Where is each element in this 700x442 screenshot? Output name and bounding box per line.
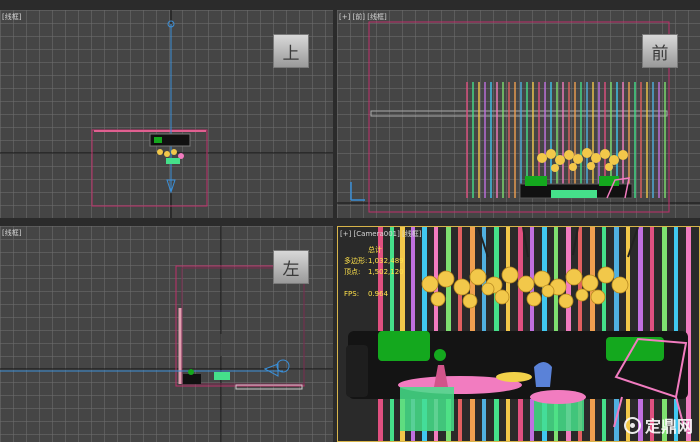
max-workspace: [线框] 上 [+] [前] [线框] 前 [线框] 左 [+] [Camera… [0, 0, 700, 442]
table-top [166, 158, 180, 164]
viewport-left[interactable]: [线框] 左 [0, 226, 333, 442]
stats-verts-label: 顶点: [344, 268, 361, 276]
axis-gizmo [350, 182, 365, 201]
inner-outline [181, 267, 305, 385]
viewport-front[interactable]: [+] [前] [线框] 前 [337, 10, 700, 218]
stats-polys-label: 多边形: [344, 257, 368, 265]
stats-total-label: 总计 [368, 246, 382, 254]
stripe-wall [466, 82, 666, 198]
watermark-text: 定鼎网 [644, 417, 693, 436]
watermark-logo-icon [623, 416, 641, 434]
viewport-top[interactable]: [线框] 上 [0, 10, 333, 218]
cushion-side [188, 369, 194, 375]
table-base-left [400, 387, 454, 431]
viewport-left-label[interactable]: [线框] [2, 228, 21, 238]
camera-icon [263, 363, 279, 377]
viewport-front-label[interactable]: [+] [前] [线框] [339, 12, 387, 22]
stats-overlay: 总计 多边形: 1,032,489 顶点: 1,502,120 FPS: 0.964 [344, 245, 404, 300]
chandelier-flowers [421, 266, 629, 309]
viewcube-front[interactable]: 前 [642, 34, 678, 68]
sofa-arm-left [346, 345, 368, 397]
viewport-camera-label[interactable]: [+] [Camera001] [线框] [340, 229, 422, 239]
flower-top [157, 149, 163, 155]
flower-top [171, 149, 177, 155]
cushion-left [378, 331, 430, 361]
sofa-side [183, 374, 201, 384]
camera-head [276, 359, 290, 373]
stats-fps-label: FPS: [344, 290, 360, 298]
stats-polys-value: 1,032,489 [368, 257, 404, 265]
viewcube-left[interactable]: 左 [273, 250, 309, 284]
plant [434, 349, 446, 361]
cushion-top [154, 137, 162, 143]
room-outline [175, 265, 305, 387]
cushion-right [599, 176, 619, 186]
teapot [534, 362, 552, 387]
cushion-left [525, 176, 547, 186]
viewcube-top[interactable]: 上 [273, 34, 309, 68]
table-front [551, 190, 597, 198]
fruit-plate [496, 372, 532, 382]
table-side [214, 372, 230, 380]
flower-top [164, 151, 170, 157]
stats-verts-value: 1,502,120 [368, 268, 404, 276]
stats-fps-value: 0.964 [368, 290, 389, 298]
side-table-top [530, 390, 586, 404]
watermark: 定鼎网 [623, 413, 693, 437]
viewport-camera[interactable]: [+] [Camera001] [线框] 总计 多边形: 1,032,489 顶点… [337, 226, 700, 442]
viewport-top-label[interactable]: [线框] [2, 12, 21, 22]
